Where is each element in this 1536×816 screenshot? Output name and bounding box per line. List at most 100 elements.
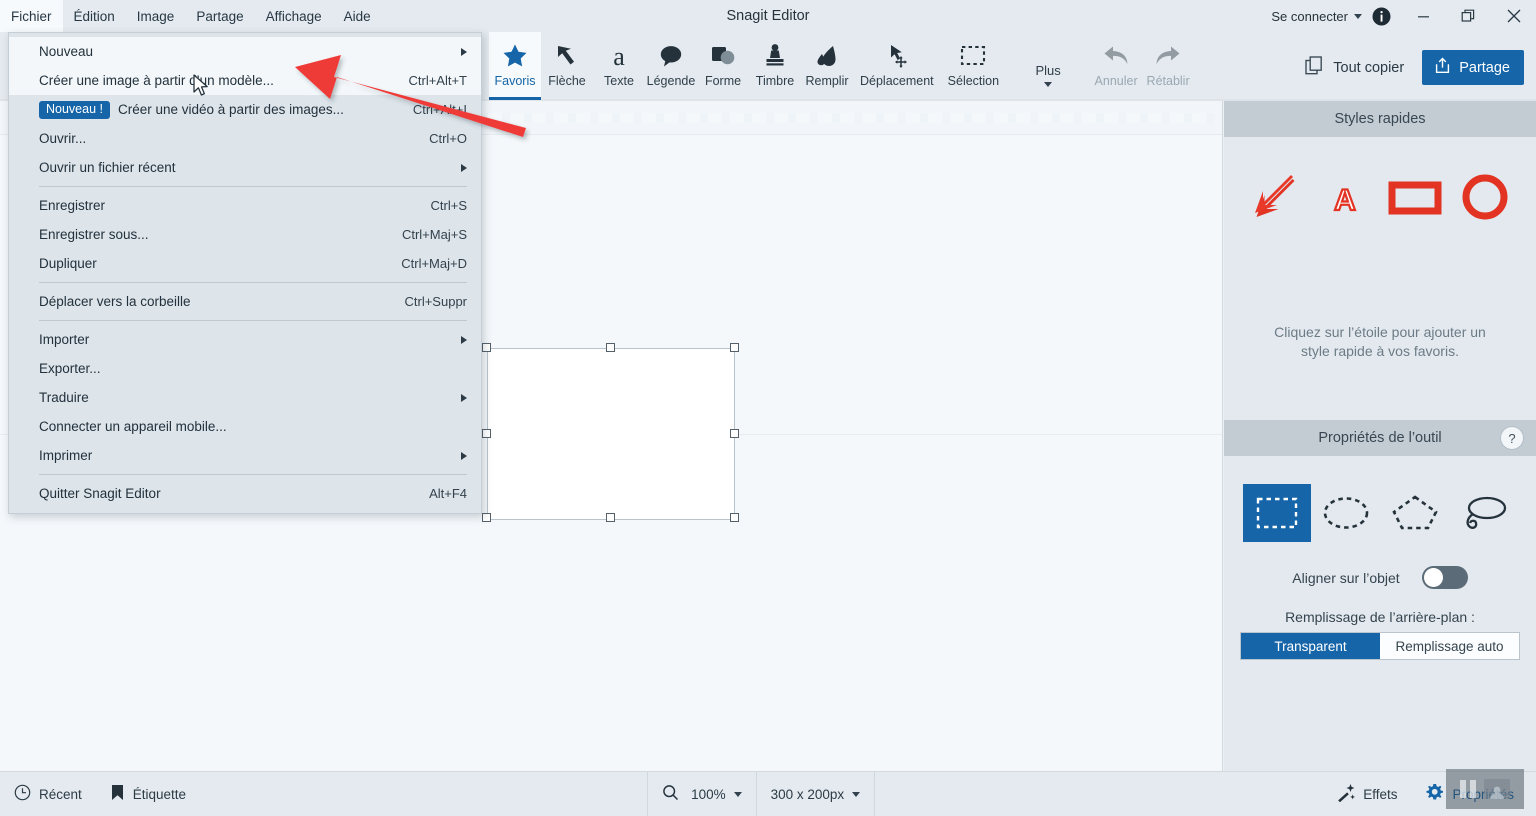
- zoom-control[interactable]: 100%: [648, 772, 756, 816]
- restore-button[interactable]: [1446, 0, 1491, 32]
- share-label: Partage: [1459, 59, 1510, 76]
- selection-handle-w[interactable]: [482, 429, 491, 438]
- menu-item-label: Ouvrir un fichier récent: [39, 160, 176, 175]
- menu-item-label: Ouvrir...: [39, 131, 87, 146]
- quick-style-text-a[interactable]: A: [1313, 167, 1377, 231]
- redo-icon: [1153, 38, 1183, 74]
- tool-texte[interactable]: a Texte: [593, 32, 645, 100]
- tool-fleche[interactable]: Flèche: [541, 32, 593, 100]
- callout-icon: [657, 38, 685, 74]
- snap-to-object-toggle[interactable]: [1421, 566, 1468, 589]
- recording-widget-overlay[interactable]: [1446, 769, 1524, 809]
- tool-properties-body: Aligner sur l’objet Remplissage de l’arr…: [1224, 456, 1536, 660]
- canvas-image-object[interactable]: [487, 348, 735, 520]
- tag-button[interactable]: Étiquette: [96, 772, 200, 816]
- menu-item-deplacer-corbeille[interactable]: Déplacer vers la corbeille Ctrl+Suppr: [9, 287, 481, 316]
- menu-item-enregistrer[interactable]: Enregistrer Ctrl+S: [9, 191, 481, 220]
- copy-icon: [1305, 56, 1324, 79]
- menu-item-label: Exporter...: [39, 361, 101, 376]
- menu-item-ouvrir-fichier-recent[interactable]: Ouvrir un fichier récent: [9, 153, 481, 182]
- tool-favoris[interactable]: Favoris: [489, 32, 541, 100]
- menu-item-enregistrer-sous[interactable]: Enregistrer sous... Ctrl+Maj+S: [9, 220, 481, 249]
- menubar-label: Édition: [73, 8, 115, 24]
- tool-legende[interactable]: Légende: [645, 32, 697, 100]
- mouse-cursor: [193, 74, 210, 103]
- menu-item-imprimer[interactable]: Imprimer: [9, 441, 481, 470]
- canvas-size-control[interactable]: 300 x 200px: [757, 772, 875, 816]
- recent-button[interactable]: Récent: [0, 772, 96, 816]
- fill-icon: [813, 38, 841, 74]
- quick-style-rectangle[interactable]: [1383, 167, 1447, 231]
- menu-item-nouveau[interactable]: Nouveau: [9, 37, 481, 66]
- tool-selection[interactable]: Sélection: [941, 32, 1006, 100]
- menu-separator: [39, 320, 467, 321]
- undo-icon: [1101, 38, 1131, 74]
- selection-handle-ne[interactable]: [730, 343, 739, 352]
- close-button[interactable]: [1491, 0, 1536, 32]
- tool-label: Légende: [646, 74, 696, 88]
- title-bar-right: Se connecter: [1261, 0, 1536, 32]
- tag-icon: [110, 784, 125, 804]
- chevron-right-icon: [461, 47, 467, 56]
- menubar-item-affichage[interactable]: Affichage: [255, 0, 333, 32]
- menubar-item-aide[interactable]: Aide: [333, 0, 382, 32]
- selection-shape-polygon[interactable]: [1381, 484, 1449, 542]
- tool-plus[interactable]: Plus: [1022, 32, 1074, 100]
- chevron-right-icon: [461, 163, 467, 172]
- tool-deplacement[interactable]: Déplacement: [853, 32, 941, 100]
- copy-all-button[interactable]: Tout copier: [1299, 52, 1410, 83]
- menu-item-connecter-appareil-mobile[interactable]: Connecter un appareil mobile...: [9, 412, 481, 441]
- sign-in-button[interactable]: Se connecter: [1261, 0, 1368, 32]
- selection-handle-s[interactable]: [606, 513, 615, 522]
- menu-item-ouvrir[interactable]: Ouvrir... Ctrl+O: [9, 124, 481, 153]
- menu-item-importer[interactable]: Importer: [9, 325, 481, 354]
- selection-handle-nw[interactable]: [482, 343, 491, 352]
- selection-shape-rectangle[interactable]: [1242, 484, 1311, 542]
- tool-retablir[interactable]: Rétablir: [1142, 32, 1194, 100]
- menu-item-dupliquer[interactable]: Dupliquer Ctrl+Maj+D: [9, 249, 481, 278]
- menu-item-shortcut: Ctrl+Maj+D: [401, 256, 467, 271]
- selection-handle-n[interactable]: [606, 343, 615, 352]
- fill-option-transparent[interactable]: Transparent: [1241, 633, 1380, 659]
- svg-text:a: a: [613, 42, 625, 70]
- quick-style-circle[interactable]: [1453, 167, 1517, 231]
- minimize-button[interactable]: [1401, 0, 1446, 32]
- quick-style-arrow[interactable]: [1243, 167, 1307, 231]
- sign-in-label: Se connecter: [1271, 8, 1348, 24]
- share-button[interactable]: Partage: [1422, 50, 1524, 85]
- menu-item-creer-image-modele[interactable]: Créer une image à partir d’un modèle... …: [9, 66, 481, 95]
- selection-handle-sw[interactable]: [482, 513, 491, 522]
- info-icon[interactable]: [1372, 7, 1391, 26]
- menu-item-shortcut: Ctrl+Suppr: [404, 294, 468, 309]
- tool-remplir[interactable]: Remplir: [801, 32, 853, 100]
- menu-item-label: Créer une image à partir d’un modèle...: [39, 73, 274, 88]
- menu-item-shortcut: Ctrl+Alt+T: [408, 73, 467, 88]
- selection-shape-ellipse[interactable]: [1312, 484, 1380, 542]
- quick-styles-hint-line1: Cliquez sur l’étoile pour ajouter un: [1274, 324, 1486, 340]
- pause-icon[interactable]: [1460, 780, 1476, 798]
- tool-forme[interactable]: Forme: [697, 32, 749, 100]
- menu-item-quitter-snagit-editor[interactable]: Quitter Snagit Editor Alt+F4: [9, 479, 481, 508]
- menubar-item-edition[interactable]: Édition: [63, 0, 126, 32]
- help-icon[interactable]: ?: [1500, 426, 1524, 450]
- selection-handle-e[interactable]: [730, 429, 739, 438]
- arrow-icon: [553, 38, 581, 74]
- menubar-label: Image: [136, 8, 175, 24]
- menu-item-creer-video-images[interactable]: Nouveau ! Créer une vidéo à partir des i…: [9, 95, 481, 124]
- menubar-item-fichier[interactable]: Fichier: [0, 0, 63, 32]
- fill-option-auto[interactable]: Remplissage auto: [1380, 633, 1519, 659]
- selection-shape-lasso[interactable]: [1450, 484, 1518, 542]
- menubar-item-partage[interactable]: Partage: [185, 0, 254, 32]
- effects-button[interactable]: Effets: [1322, 772, 1411, 816]
- menubar-item-image[interactable]: Image: [126, 0, 186, 32]
- menu-item-exporter[interactable]: Exporter...: [9, 354, 481, 383]
- tool-annuler[interactable]: Annuler: [1090, 32, 1142, 100]
- file-menu-dropdown[interactable]: Nouveau Créer une image à partir d’un mo…: [8, 32, 482, 514]
- webcam-icon[interactable]: [1484, 779, 1510, 799]
- tool-timbre[interactable]: Timbre: [749, 32, 801, 100]
- menu-item-label: Déplacer vers la corbeille: [39, 294, 191, 309]
- selection-handle-se[interactable]: [730, 513, 739, 522]
- chevron-right-icon: [461, 335, 467, 344]
- zoom-value: 100%: [691, 786, 726, 802]
- menu-item-traduire[interactable]: Traduire: [9, 383, 481, 412]
